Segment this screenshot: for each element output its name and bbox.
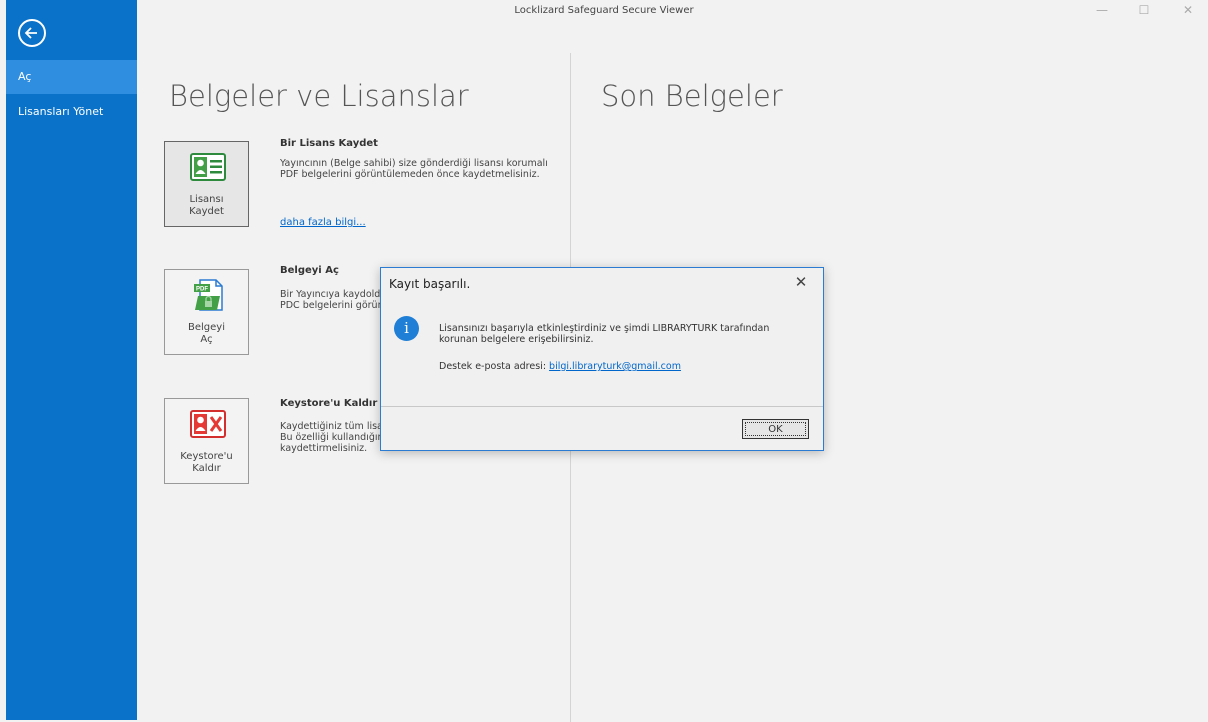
support-email-label: Destek e-posta adresi:	[439, 361, 550, 372]
support-email-line: Destek e-posta adresi: bilgi.libraryturk…	[439, 361, 681, 372]
minimize-button[interactable]: —	[1091, 2, 1113, 18]
window-title: Locklizard Safeguard Secure Viewer	[514, 5, 694, 16]
remove-keystore-desc: Kaydettiğiniz tüm lisan Bu özelliği kull…	[280, 421, 392, 454]
sidebar-item-label: Aç	[18, 70, 32, 83]
sidebar-item-label: Lisansları Yönet	[18, 105, 104, 118]
tile-label: Lisansı	[189, 194, 224, 205]
recent-documents-title: Son Belgeler	[601, 79, 783, 113]
dialog-separator	[381, 406, 823, 407]
remove-keystore-tile[interactable]: Keystore'u Kaldır	[164, 398, 249, 484]
close-window-button[interactable]: ✕	[1177, 2, 1199, 18]
sidebar-item-open[interactable]: Aç	[6, 60, 137, 94]
open-document-title: Belgeyi Aç	[280, 265, 339, 276]
page-title: Belgeler ve Lisanslar	[169, 79, 469, 113]
dialog-title: Kayıt başarılı.	[389, 277, 471, 291]
ok-button-label: OK	[745, 422, 806, 436]
register-license-desc: Yayıncının (Belge sahibi) size gönderdiğ…	[280, 158, 548, 180]
dialog-message: Lisansınızı başarıyla etkinleştirdiniz v…	[439, 323, 770, 345]
ok-button[interactable]: OK	[742, 419, 809, 439]
dialog-close-button[interactable]: ✕	[791, 273, 811, 291]
tile-label: Kaldır	[192, 463, 221, 474]
maximize-button[interactable]: ☐	[1133, 2, 1155, 18]
open-document-tile[interactable]: PDF Belgeyi Aç	[164, 269, 249, 355]
info-icon: i	[394, 316, 419, 341]
license-card-icon	[190, 153, 226, 181]
registration-success-dialog: Kayıt başarılı. ✕ i Lisansınızı başarıyl…	[380, 267, 824, 451]
pdf-file-lock-icon: PDF	[194, 279, 223, 311]
tile-label: Kaydet	[189, 206, 224, 217]
open-document-desc: Bir Yayıncıya kaydoldu PDC belgelerini g…	[280, 289, 388, 311]
more-info-link[interactable]: daha fazla bilgi...	[280, 217, 366, 228]
back-arrow-icon	[24, 27, 37, 39]
tile-label: Belgeyi	[188, 322, 225, 333]
svg-text:PDF: PDF	[196, 287, 208, 293]
tile-label: Aç	[200, 334, 213, 345]
tile-label: Keystore'u	[180, 451, 233, 462]
register-license-title: Bir Lisans Kaydet	[280, 138, 378, 149]
support-email-link[interactable]: bilgi.libraryturk@gmail.com	[549, 361, 681, 372]
remove-keystore-title: Keystore'u Kaldır	[280, 398, 378, 409]
back-button[interactable]	[18, 19, 46, 47]
sidebar-item-manage-licenses[interactable]: Lisansları Yönet	[6, 95, 137, 129]
sidebar: Aç Lisansları Yönet	[6, 0, 137, 720]
remove-keystore-icon	[190, 410, 226, 438]
register-license-tile[interactable]: Lisansı Kaydet	[164, 141, 249, 227]
